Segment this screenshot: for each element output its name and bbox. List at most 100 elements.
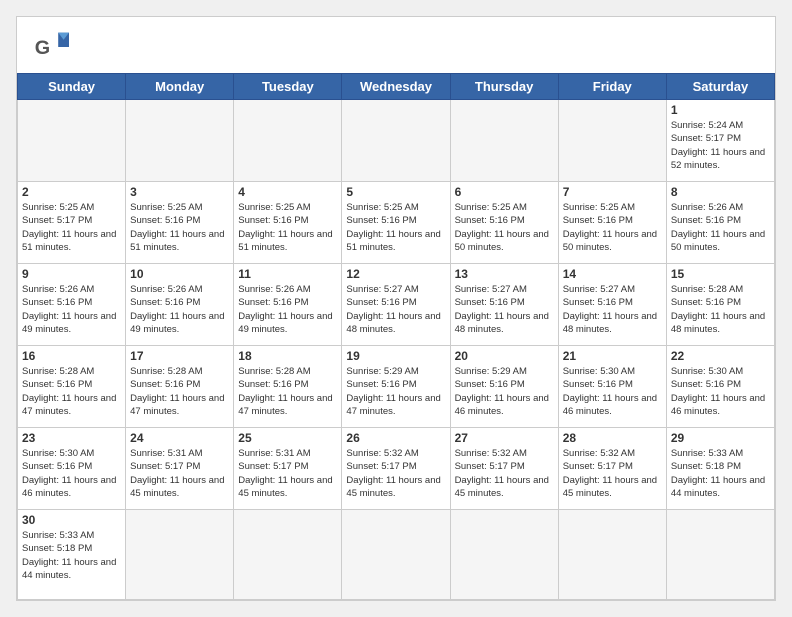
logo-icon: G: [33, 29, 69, 65]
day-info: Sunrise: 5:25 AM Sunset: 5:16 PM Dayligh…: [346, 201, 445, 254]
day-cell-4: 4Sunrise: 5:25 AM Sunset: 5:16 PM Daylig…: [234, 182, 342, 264]
day-cell-15: 15 Sunrise: 5:28 AM Sunset: 5:16 PM Dayli…: [666, 264, 774, 346]
day-info: Sunrise: 5:31 AM Sunset: 5:17 PM Dayligh…: [238, 447, 337, 500]
day-info: Sunrise: 5:33 AM Sunset: 5:18 PM Dayligh…: [671, 447, 770, 500]
day-number: 2: [22, 185, 121, 199]
day-info: Sunrise: 5:29 AM Sunset: 5:16 PM Dayligh…: [455, 365, 554, 418]
day-cell-empty-0-0: [18, 100, 126, 182]
day-header-row: SundayMondayTuesdayWednesdayThursdayFrid…: [18, 74, 775, 100]
day-number: 6: [455, 185, 554, 199]
day-cell-9: 9 Sunrise: 5:26 AM Sunset: 5:16 PM Daylig…: [18, 264, 126, 346]
day-cell-17: 17 Sunrise: 5:28 AM Sunset: 5:16 PM Dayli…: [126, 346, 234, 428]
day-info: Sunrise: 5:32 AM Sunset: 5:17 PM Dayligh…: [346, 447, 445, 500]
day-cell-28: 28Sunrise: 5:32 AM Sunset: 5:17 PM Dayli…: [558, 428, 666, 510]
day-header-tuesday: Tuesday: [234, 74, 342, 100]
day-info: Sunrise: 5:26 AM Sunset: 5:16 PM Dayligh…: [130, 283, 229, 336]
day-cell-22: 22Sunrise: 5:30 AM Sunset: 5:16 PM Dayli…: [666, 346, 774, 428]
day-info: Sunrise: 5:28 AM Sunset: 5:16 PM Dayligh…: [130, 365, 229, 418]
day-number: 5: [346, 185, 445, 199]
day-info: Sunrise: 5:28 AM Sunset: 5:16 PM Dayligh…: [671, 283, 770, 336]
day-cell-empty-0-3: [342, 100, 450, 182]
week-row-5: 30 Sunrise: 5:33 AM Sunset: 5:18 PM Dayli…: [18, 510, 775, 600]
day-number: 10: [130, 267, 229, 281]
day-info: Sunrise: 5:27 AM Sunset: 5:16 PM Dayligh…: [563, 283, 662, 336]
day-info: Sunrise: 5:25 AM Sunset: 5:16 PM Dayligh…: [563, 201, 662, 254]
day-number: 23: [22, 431, 121, 445]
day-number: 27: [455, 431, 554, 445]
day-cell-29: 29 Sunrise: 5:33 AM Sunset: 5:18 PM Dayli…: [666, 428, 774, 510]
day-number: 16: [22, 349, 121, 363]
week-row-4: 23Sunrise: 5:30 AM Sunset: 5:16 PM Dayli…: [18, 428, 775, 510]
day-header-wednesday: Wednesday: [342, 74, 450, 100]
calendar-table: SundayMondayTuesdayWednesdayThursdayFrid…: [17, 73, 775, 600]
week-row-3: 16 Sunrise: 5:28 AM Sunset: 5:16 PM Dayli…: [18, 346, 775, 428]
day-number: 9: [22, 267, 121, 281]
day-cell-18: 18 Sunrise: 5:28 AM Sunset: 5:16 PM Dayli…: [234, 346, 342, 428]
week-row-2: 9 Sunrise: 5:26 AM Sunset: 5:16 PM Daylig…: [18, 264, 775, 346]
day-number: 1: [671, 103, 770, 117]
day-info: Sunrise: 5:28 AM Sunset: 5:16 PM Dayligh…: [238, 365, 337, 418]
day-number: 12: [346, 267, 445, 281]
day-number: 25: [238, 431, 337, 445]
day-number: 24: [130, 431, 229, 445]
day-cell-19: 19 Sunrise: 5:29 AM Sunset: 5:16 PM Dayli…: [342, 346, 450, 428]
day-cell-14: 14 Sunrise: 5:27 AM Sunset: 5:16 PM Dayli…: [558, 264, 666, 346]
week-row-1: 2 Sunrise: 5:25 AM Sunset: 5:17 PM Daylig…: [18, 182, 775, 264]
day-info: Sunrise: 5:33 AM Sunset: 5:18 PM Dayligh…: [22, 529, 121, 582]
day-cell-8: 8Sunrise: 5:26 AM Sunset: 5:16 PM Daylig…: [666, 182, 774, 264]
day-number: 19: [346, 349, 445, 363]
day-info: Sunrise: 5:25 AM Sunset: 5:16 PM Dayligh…: [455, 201, 554, 254]
day-info: Sunrise: 5:26 AM Sunset: 5:16 PM Dayligh…: [22, 283, 121, 336]
day-cell-6: 6 Sunrise: 5:25 AM Sunset: 5:16 PM Daylig…: [450, 182, 558, 264]
day-header-sunday: Sunday: [18, 74, 126, 100]
day-header-friday: Friday: [558, 74, 666, 100]
svg-text:G: G: [35, 37, 50, 59]
day-cell-5: 5 Sunrise: 5:25 AM Sunset: 5:16 PM Daylig…: [342, 182, 450, 264]
day-cell-empty-5-6: [666, 510, 774, 600]
day-number: 20: [455, 349, 554, 363]
day-number: 3: [130, 185, 229, 199]
day-header-monday: Monday: [126, 74, 234, 100]
day-info: Sunrise: 5:24 AM Sunset: 5:17 PM Dayligh…: [671, 119, 770, 172]
day-info: Sunrise: 5:25 AM Sunset: 5:16 PM Dayligh…: [238, 201, 337, 254]
day-cell-24: 24 Sunrise: 5:31 AM Sunset: 5:17 PM Dayli…: [126, 428, 234, 510]
day-cell-26: 26 Sunrise: 5:32 AM Sunset: 5:17 PM Dayli…: [342, 428, 450, 510]
day-cell-20: 20 Sunrise: 5:29 AM Sunset: 5:16 PM Dayli…: [450, 346, 558, 428]
day-info: Sunrise: 5:28 AM Sunset: 5:16 PM Dayligh…: [22, 365, 121, 418]
day-cell-13: 13 Sunrise: 5:27 AM Sunset: 5:16 PM Dayli…: [450, 264, 558, 346]
day-cell-1: 1 Sunrise: 5:24 AM Sunset: 5:17 PM Daylig…: [666, 100, 774, 182]
day-number: 18: [238, 349, 337, 363]
day-info: Sunrise: 5:29 AM Sunset: 5:16 PM Dayligh…: [346, 365, 445, 418]
day-number: 14: [563, 267, 662, 281]
day-number: 21: [563, 349, 662, 363]
day-number: 15: [671, 267, 770, 281]
day-number: 30: [22, 513, 121, 527]
day-cell-21: 21 Sunrise: 5:30 AM Sunset: 5:16 PM Dayli…: [558, 346, 666, 428]
day-cell-3: 3Sunrise: 5:25 AM Sunset: 5:16 PM Daylig…: [126, 182, 234, 264]
day-number: 28: [563, 431, 662, 445]
day-info: Sunrise: 5:25 AM Sunset: 5:17 PM Dayligh…: [22, 201, 121, 254]
day-cell-23: 23Sunrise: 5:30 AM Sunset: 5:16 PM Dayli…: [18, 428, 126, 510]
calendar-container: G SundayMondayTuesdayWednesdayThursdayFr…: [16, 16, 776, 601]
day-cell-empty-5-5: [558, 510, 666, 600]
day-info: Sunrise: 5:30 AM Sunset: 5:16 PM Dayligh…: [563, 365, 662, 418]
day-number: 17: [130, 349, 229, 363]
calendar-header: G: [17, 17, 775, 73]
day-number: 13: [455, 267, 554, 281]
day-cell-7: 7Sunrise: 5:25 AM Sunset: 5:16 PM Daylig…: [558, 182, 666, 264]
day-info: Sunrise: 5:27 AM Sunset: 5:16 PM Dayligh…: [455, 283, 554, 336]
day-cell-2: 2 Sunrise: 5:25 AM Sunset: 5:17 PM Daylig…: [18, 182, 126, 264]
day-cell-empty-5-2: [234, 510, 342, 600]
day-info: Sunrise: 5:27 AM Sunset: 5:16 PM Dayligh…: [346, 283, 445, 336]
day-cell-empty-5-1: [126, 510, 234, 600]
day-cell-16: 16 Sunrise: 5:28 AM Sunset: 5:16 PM Dayli…: [18, 346, 126, 428]
day-number: 26: [346, 431, 445, 445]
day-header-saturday: Saturday: [666, 74, 774, 100]
day-number: 29: [671, 431, 770, 445]
day-cell-11: 11Sunrise: 5:26 AM Sunset: 5:16 PM Dayli…: [234, 264, 342, 346]
day-cell-10: 10 Sunrise: 5:26 AM Sunset: 5:16 PM Dayli…: [126, 264, 234, 346]
day-info: Sunrise: 5:31 AM Sunset: 5:17 PM Dayligh…: [130, 447, 229, 500]
logo: G: [33, 29, 73, 65]
day-cell-empty-0-4: [450, 100, 558, 182]
day-cell-empty-5-4: [450, 510, 558, 600]
